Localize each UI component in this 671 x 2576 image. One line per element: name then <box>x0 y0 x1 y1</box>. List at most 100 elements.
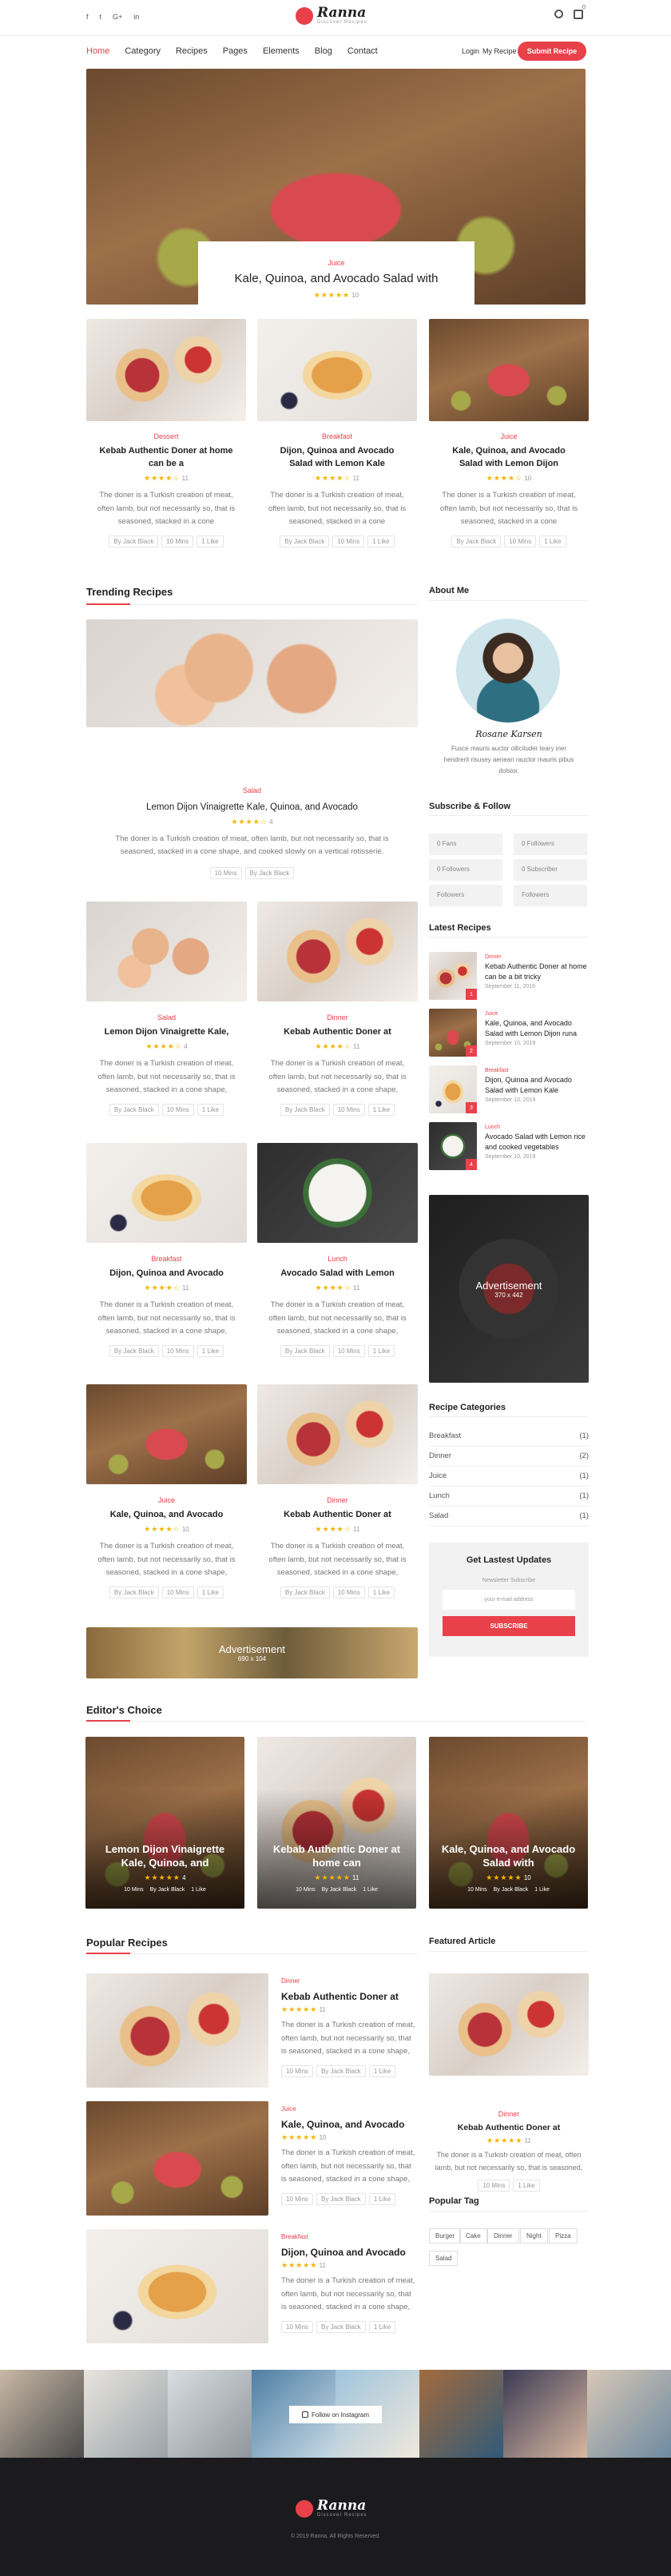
linkedin-icon[interactable]: in <box>133 13 139 21</box>
likes-label[interactable]: 1 Like <box>367 1344 395 1357</box>
author-label[interactable]: By Jack Black <box>280 1344 330 1357</box>
likes-label[interactable]: 1 Like <box>363 1887 378 1893</box>
author-label[interactable]: By Jack Black <box>280 535 330 547</box>
likes-label[interactable]: 1 Like <box>197 535 224 547</box>
likes-label[interactable]: 1 Like <box>368 2192 396 2205</box>
follow-instagram[interactable]: 0 Followers <box>429 859 502 881</box>
tag-burger[interactable]: Burger <box>429 2228 462 2244</box>
newsletter-email-input[interactable]: your e-mail address <box>443 1590 575 1610</box>
card-category[interactable]: Lunch <box>257 1255 418 1263</box>
trending-feature-category[interactable]: Salad <box>86 786 418 794</box>
latest-title[interactable]: Avocado Salad with Lemon rice and cooked… <box>485 1132 589 1152</box>
submit-recipe-button[interactable]: Submit Recipe <box>518 42 586 61</box>
facebook-icon[interactable]: f <box>86 13 89 21</box>
recipe-card-image[interactable] <box>86 902 247 1001</box>
card-category[interactable]: Dinner <box>257 1013 418 1021</box>
card-title[interactable]: Kale, Quinoa, and Avocado Salad with Lem… <box>429 445 589 471</box>
popular-image[interactable] <box>86 2229 268 2343</box>
card-category[interactable]: Dinner <box>257 1496 418 1504</box>
author-label[interactable]: By Jack Black <box>316 2064 366 2077</box>
nav-elements[interactable]: Elements <box>263 46 300 56</box>
trending-feature-title[interactable]: Lemon Dijon Vinaigrette Kale, Quinoa, an… <box>86 801 418 814</box>
likes-label[interactable]: 1 Like <box>539 535 566 547</box>
category-row[interactable]: Salad (1) <box>429 1511 589 1527</box>
card-title[interactable]: Dijon, Quinoa and Avocado <box>86 1268 247 1280</box>
instagram-photo[interactable] <box>587 2370 671 2458</box>
latest-title[interactable]: Kebab Authentic Doner at home can be a b… <box>485 962 589 981</box>
cart-icon[interactable] <box>574 10 583 19</box>
author-label[interactable]: By Jack Black <box>109 535 159 547</box>
author-label[interactable]: By Jack Black <box>494 1887 529 1893</box>
latest-category[interactable]: Juice <box>485 1011 589 1017</box>
nav-home[interactable]: Home <box>86 46 109 56</box>
featured-title[interactable]: Kebab Authentic Doner at <box>429 2122 589 2134</box>
likes-label[interactable]: 1 Like <box>197 1103 224 1116</box>
likes-label[interactable]: 1 Like <box>368 2320 396 2333</box>
author-label[interactable]: By Jack Black <box>316 2192 366 2205</box>
author-label[interactable]: By Jack Black <box>280 1103 330 1116</box>
popular-title[interactable]: Kebab Authentic Doner at <box>281 1991 419 2002</box>
nav-contact[interactable]: Contact <box>347 46 378 56</box>
recipe-card-image[interactable] <box>257 902 418 1001</box>
author-label[interactable]: By Jack Black <box>109 1344 159 1357</box>
likes-label[interactable]: 1 Like <box>367 1103 395 1116</box>
featured-category[interactable]: Dinner <box>429 2110 589 2118</box>
popular-title[interactable]: Dijon, Quinoa and Avocado <box>281 2247 419 2258</box>
twitter-icon[interactable]: t <box>100 13 102 21</box>
card-category[interactable]: Breakfast <box>86 1255 247 1263</box>
card-title[interactable]: Avocado Salad with Lemon <box>257 1268 418 1280</box>
likes-label[interactable]: 1 Like <box>197 1344 224 1357</box>
google-plus-icon[interactable]: G+ <box>113 13 122 21</box>
recipe-card-image[interactable] <box>86 1143 247 1243</box>
follow-youtube[interactable]: 0 Subscriber <box>514 859 587 881</box>
instagram-photo[interactable] <box>84 2370 169 2458</box>
trending-ad-banner[interactable]: Advertisement 690 x 104 <box>86 1627 418 1678</box>
featured-image[interactable] <box>429 1973 589 2076</box>
author-label[interactable]: By Jack Black <box>150 1887 185 1893</box>
newsletter-subscribe-button[interactable]: SUBSCRIBE <box>443 1616 575 1636</box>
card-title[interactable]: Kebab Authentic Doner at <box>257 1026 418 1039</box>
likes-label[interactable]: 1 Like <box>197 1586 224 1599</box>
card-category[interactable]: Juice <box>86 1496 247 1504</box>
instagram-photo[interactable] <box>0 2370 85 2458</box>
brand-logo[interactable]: Ranna Discover Recipes <box>296 6 367 25</box>
latest-title[interactable]: Kale, Quinoa, and Avocado Salad with Lem… <box>485 1018 589 1038</box>
editor-title[interactable]: Kebab Authentic Doner at home can <box>257 1842 416 1870</box>
recipe-card-image[interactable] <box>257 1384 418 1484</box>
card-category[interactable]: Breakfast <box>257 432 417 440</box>
trending-feature-image[interactable] <box>86 619 418 727</box>
follow-facebook[interactable]: 0 Fans <box>429 834 502 855</box>
tag-cake[interactable]: Cake <box>459 2228 487 2244</box>
recipe-card-image[interactable] <box>86 1384 247 1484</box>
popular-category[interactable]: Breakfast <box>281 2233 419 2240</box>
author-label[interactable]: By Jack Black <box>244 866 295 879</box>
likes-label[interactable]: 1 Like <box>534 1887 550 1893</box>
author-label[interactable]: By Jack Black <box>280 1586 330 1599</box>
footer-logo[interactable]: Ranna Discover Recipes <box>296 2499 367 2518</box>
follow-twitter[interactable]: 0 Followers <box>514 834 587 855</box>
card-image[interactable] <box>257 319 417 421</box>
follow-pinterest[interactable]: Followers <box>429 885 502 906</box>
editor-card[interactable]: Kebab Authentic Doner at home can ★★★★★ … <box>257 1737 416 1909</box>
popular-title[interactable]: Kale, Quinoa, and Avocado <box>281 2119 419 2130</box>
editor-card[interactable]: Kale, Quinoa, and Avocado Salad with ★★★… <box>429 1737 588 1909</box>
card-category[interactable]: Dessert <box>86 432 246 440</box>
card-title[interactable]: Kale, Quinoa, and Avocado <box>86 1509 247 1522</box>
nav-blog[interactable]: Blog <box>315 46 332 56</box>
tag-salad[interactable]: Salad <box>429 2251 459 2266</box>
nav-pages[interactable]: Pages <box>223 46 248 56</box>
likes-label[interactable]: 1 Like <box>513 2179 540 2192</box>
author-label[interactable]: By Jack Black <box>109 1103 159 1116</box>
card-image[interactable] <box>86 319 246 421</box>
card-category[interactable]: Salad <box>86 1013 247 1021</box>
hero-category[interactable]: Juice <box>198 259 474 267</box>
instagram-photo[interactable] <box>419 2370 504 2458</box>
editor-title[interactable]: Kale, Quinoa, and Avocado Salad with <box>429 1842 588 1870</box>
instagram-follow-button[interactable]: Follow on Instagram <box>289 2406 382 2423</box>
author-label[interactable]: By Jack Black <box>322 1887 357 1893</box>
card-title[interactable]: Lemon Dijon Vinaigrette Kale, <box>86 1026 247 1039</box>
author-label[interactable]: By Jack Black <box>109 1586 159 1599</box>
category-row[interactable]: Juice (1) <box>429 1471 589 1487</box>
card-title[interactable]: Dijon, Quinoa and Avocado Salad with Lem… <box>257 445 417 471</box>
recipe-card-image[interactable] <box>257 1143 418 1243</box>
